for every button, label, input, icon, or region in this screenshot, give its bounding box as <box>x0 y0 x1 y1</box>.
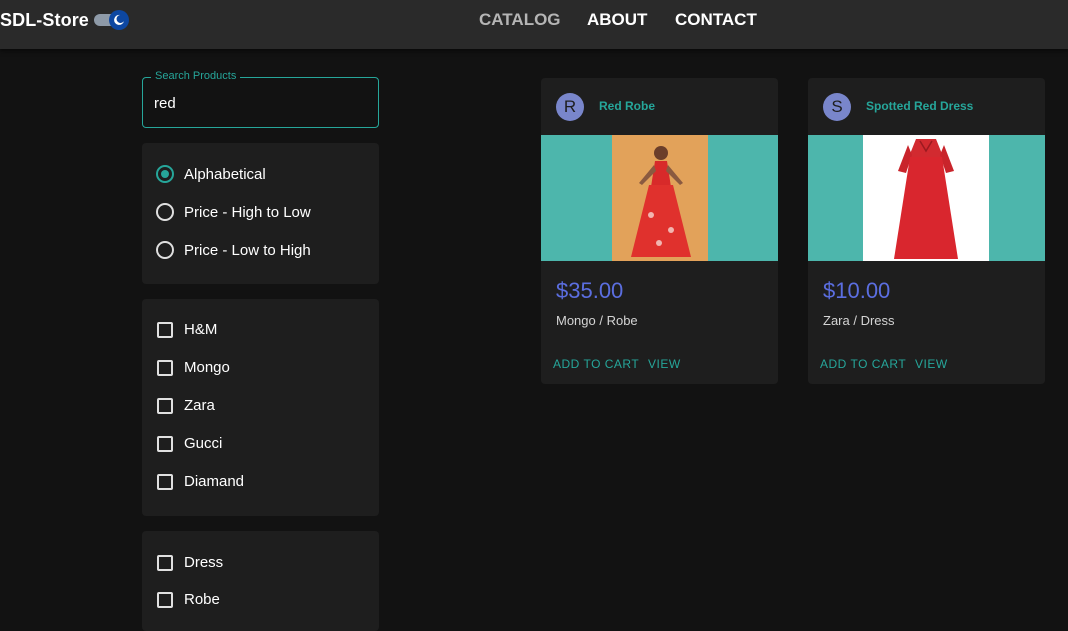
product-image <box>808 135 1045 261</box>
view-button[interactable]: VIEW <box>648 357 681 371</box>
nav-contact[interactable]: CONTACT <box>675 10 757 30</box>
brand-label: Mongo <box>184 359 230 376</box>
product-card: R Red Robe $35.00 Mongo / Robe ADD TO CA… <box>541 78 778 384</box>
radio-checked-icon[interactable] <box>156 165 174 183</box>
product-image <box>541 135 778 261</box>
brand-label: Gucci <box>184 435 223 452</box>
checkbox-icon[interactable] <box>157 473 173 490</box>
product-brand-type: Mongo / Robe <box>556 313 638 328</box>
toggle-thumb <box>109 10 129 30</box>
sort-option-label: Alphabetical <box>184 165 266 183</box>
nav-catalog[interactable]: CATALOG <box>479 10 561 30</box>
moon-icon <box>114 14 124 25</box>
brand-filter-diamand[interactable]: Diamand <box>156 473 244 490</box>
checkbox-icon[interactable] <box>157 321 173 338</box>
brand-label: H&M <box>184 321 218 338</box>
theme-toggle[interactable] <box>94 10 130 30</box>
type-filter-dress[interactable]: Dress <box>156 554 223 571</box>
add-to-cart-button[interactable]: ADD TO CART <box>553 357 639 371</box>
product-title[interactable]: Spotted Red Dress <box>866 99 973 113</box>
radio-unchecked-icon[interactable] <box>156 241 174 259</box>
checkbox-icon[interactable] <box>157 397 173 414</box>
brand-filter-hm[interactable]: H&M <box>156 321 217 338</box>
sort-option-price-high-low[interactable]: Price - High to Low <box>156 203 311 221</box>
radio-unchecked-icon[interactable] <box>156 203 174 221</box>
product-price: $35.00 <box>556 278 624 303</box>
product-card: S Spotted Red Dress $10.00 Zara / Dress … <box>808 78 1045 384</box>
search-field: Search Products <box>142 70 379 128</box>
spotted-red-dress-photo <box>863 135 989 261</box>
brand-filter-zara[interactable]: Zara <box>156 397 215 414</box>
brand-label: Zara <box>184 397 215 414</box>
type-label: Dress <box>184 554 224 571</box>
sort-option-price-low-high[interactable]: Price - Low to High <box>156 241 311 259</box>
brand-label: Diamand <box>184 473 245 490</box>
checkbox-icon[interactable] <box>157 359 173 376</box>
app-bar: SDL-Store CATALOG ABOUT CONTACT <box>0 0 1068 49</box>
brand-filter-mongo[interactable]: Mongo <box>156 359 230 376</box>
search-input[interactable] <box>154 93 369 113</box>
red-robe-photo <box>612 135 708 261</box>
sort-panel: Alphabetical Price - High to Low Price -… <box>142 143 379 284</box>
product-price: $10.00 <box>823 278 891 303</box>
sort-option-alphabetical[interactable]: Alphabetical <box>156 165 266 183</box>
avatar: S <box>823 93 851 121</box>
type-filter-robe[interactable]: Robe <box>156 591 220 608</box>
add-to-cart-button[interactable]: ADD TO CART <box>820 357 906 371</box>
sort-option-label: Price - Low to High <box>184 241 311 259</box>
nav-about[interactable]: ABOUT <box>587 10 647 30</box>
product-brand-type: Zara / Dress <box>823 313 895 328</box>
checkbox-icon[interactable] <box>157 554 173 571</box>
checkbox-icon[interactable] <box>157 435 173 452</box>
checkbox-icon[interactable] <box>157 591 173 608</box>
view-button[interactable]: VIEW <box>915 357 948 371</box>
product-title[interactable]: Red Robe <box>599 99 655 113</box>
avatar: R <box>556 93 584 121</box>
brand-filter-gucci[interactable]: Gucci <box>156 435 222 452</box>
brand-filter-panel: H&M Mongo Zara Gucci Diamand <box>142 299 379 516</box>
brand-title[interactable]: SDL-Store <box>0 10 89 31</box>
type-label: Robe <box>184 591 220 608</box>
type-filter-panel: Dress Robe <box>142 531 379 631</box>
sort-option-label: Price - High to Low <box>184 203 311 221</box>
search-label: Search Products <box>151 70 241 82</box>
